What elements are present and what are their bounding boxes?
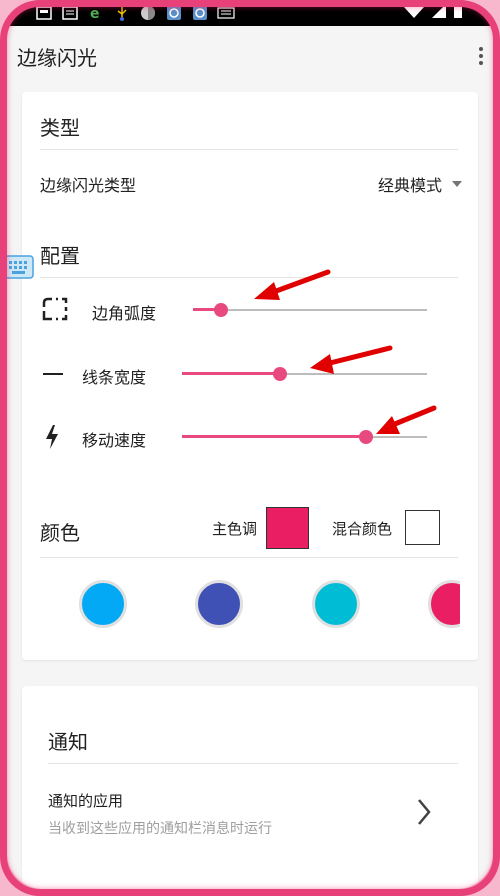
game-icon (139, 5, 157, 21)
keyboard-icon (217, 5, 235, 21)
annotation-arrow-icon (310, 345, 393, 374)
color-palette (22, 577, 460, 637)
image-icon (35, 5, 53, 21)
annotation-arrow-icon (254, 269, 331, 300)
dot-icon (479, 61, 483, 65)
app-icon (191, 5, 209, 21)
browser-icon: e (87, 5, 105, 21)
corner-radius-icon (42, 297, 68, 325)
divider (40, 149, 458, 150)
settings-card: 类型 边缘闪光类型 经典模式 配置 边角弧度 线条宽度 移动速度 颜色 主色调 … (22, 92, 478, 660)
slider-track (193, 309, 427, 311)
annotation-arrow-icon (376, 405, 437, 434)
slider-thumb[interactable] (358, 430, 373, 444)
status-bar: e (7, 0, 493, 26)
dot-icon (479, 47, 483, 51)
app-icon (165, 5, 183, 21)
config-section-title: 配置 (40, 244, 80, 268)
primary-color-swatch[interactable] (266, 507, 309, 549)
notify-apps-row[interactable]: 通知的应用 当收到这些应用的通知栏消息时运行 (22, 776, 478, 846)
slider-thumb[interactable] (273, 367, 287, 381)
svg-text:e: e (90, 6, 100, 21)
flash-type-dropdown[interactable]: 经典模式 (378, 172, 462, 196)
app-bar: 边缘闪光 (7, 26, 493, 86)
color-section-title: 颜色 (40, 521, 80, 545)
mix-color-swatch[interactable] (405, 510, 440, 545)
slider-fill (182, 435, 366, 438)
floating-keyboard-icon[interactable] (4, 254, 34, 280)
usb-icon (113, 5, 131, 21)
overflow-menu-button[interactable] (473, 44, 489, 68)
document-icon (61, 5, 79, 21)
screen: e 边缘闪光 类型 边缘闪光类型 经典模式 配置 边角弧度 线条宽度 移动速度 … (7, 0, 493, 889)
palette-color-circle[interactable] (195, 580, 243, 628)
battery-icon (453, 3, 463, 23)
line-width-icon (42, 366, 64, 386)
app-title: 边缘闪光 (17, 45, 97, 70)
signal-icon (431, 3, 447, 23)
wifi-icon (403, 3, 425, 23)
divider (48, 763, 458, 764)
dot-icon (479, 54, 483, 58)
chevron-right-icon (416, 798, 432, 830)
divider (40, 557, 458, 558)
notification-card: 通知 通知的应用 当收到这些应用的通知栏消息时运行 (22, 686, 478, 889)
notify-section-title: 通知 (48, 730, 88, 754)
mix-color-label: 混合颜色 (332, 520, 393, 538)
line-width-label: 线条宽度 (82, 368, 147, 387)
flash-type-value: 经典模式 (377, 176, 442, 195)
dropdown-arrow-icon (452, 181, 462, 187)
flash-icon (44, 424, 60, 454)
move-speed-label: 移动速度 (82, 431, 147, 450)
palette-color-circle[interactable] (312, 580, 360, 628)
palette-color-circle[interactable] (428, 580, 460, 628)
notify-apps-title: 通知的应用 (48, 792, 124, 810)
flash-type-label: 边缘闪光类型 (40, 176, 137, 195)
palette-color-circle[interactable] (79, 580, 127, 628)
divider (40, 277, 458, 278)
type-section-title: 类型 (40, 116, 80, 140)
notify-apps-subtitle: 当收到这些应用的通知栏消息时运行 (48, 821, 272, 837)
slider-thumb[interactable] (214, 303, 229, 317)
slider-fill (182, 372, 280, 375)
corner-radius-label: 边角弧度 (92, 304, 157, 323)
primary-color-label: 主色调 (212, 520, 258, 538)
